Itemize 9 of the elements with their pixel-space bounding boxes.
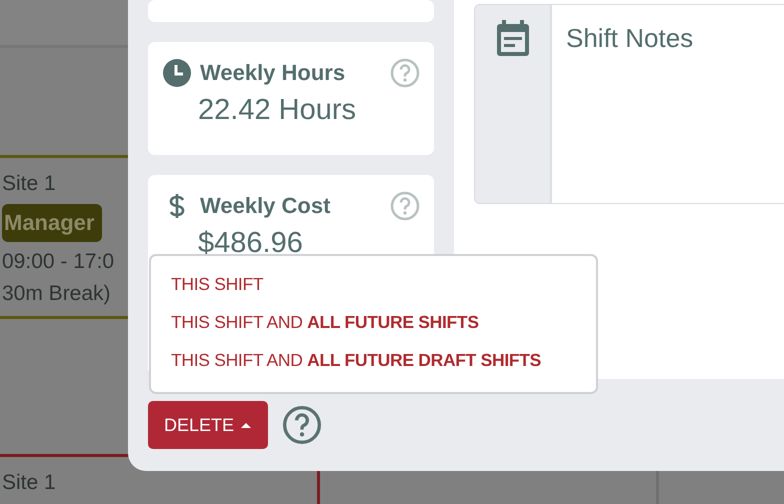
shift-site: Site 1 [2, 471, 56, 494]
stat-title: Weekly Cost [200, 193, 332, 219]
shift-break: 30m Break) [2, 282, 111, 306]
shift-time: 09:00 - 17:0 [2, 250, 114, 274]
stat-value: 22.42 Hours [198, 93, 356, 128]
role-badge: Manager [2, 204, 102, 242]
stat-value: $486.96 [198, 226, 303, 261]
stat-title: Weekly Hours [200, 60, 346, 86]
shift-site: Site 1 [2, 172, 56, 196]
